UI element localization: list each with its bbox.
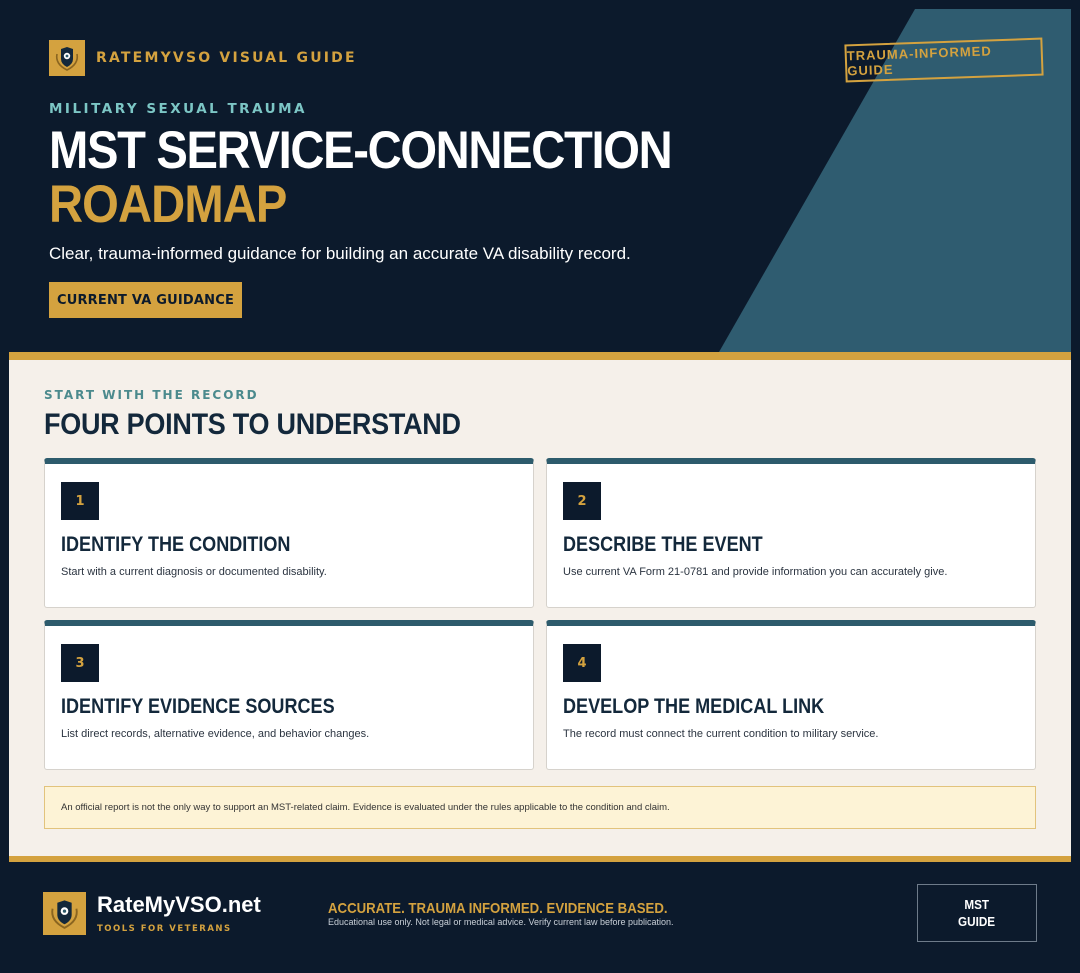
hero-banner: RATEMYVSO VISUAL GUIDE TRAUMA-INFORMED G…: [9, 9, 1071, 352]
section-eyebrow: START WITH THE RECORD: [44, 388, 259, 402]
brand: RATEMYVSO VISUAL GUIDE: [49, 40, 357, 76]
eagle-shield-icon: [43, 892, 86, 935]
card-number-badge: 1: [61, 482, 99, 520]
trauma-informed-stamp: TRAUMA-INFORMED GUIDE: [844, 37, 1044, 83]
main-section: START WITH THE RECORD FOUR POINTS TO UND…: [9, 360, 1071, 856]
page-title-line1: MST SERVICE-CONNECTION: [49, 121, 673, 180]
card-number-badge: 2: [563, 482, 601, 520]
mst-guide-badge: MST GUIDE: [917, 884, 1037, 942]
hero-eyebrow: MILITARY SEXUAL TRAUMA: [49, 101, 307, 117]
point-card-4: 4 DEVELOP THE MEDICAL LINK The record mu…: [546, 620, 1036, 770]
card-title: DESCRIBE THE EVENT: [563, 533, 763, 556]
page-frame: RATEMYVSO VISUAL GUIDE TRAUMA-INFORMED G…: [0, 0, 1080, 973]
badge-line2: GUIDE: [958, 914, 996, 929]
footer-tagline: TOOLS FOR VETERANS: [97, 924, 232, 934]
card-description: The record must connect the current cond…: [563, 728, 879, 740]
hero-subtitle: Clear, trauma-informed guidance for buil…: [49, 244, 631, 263]
page-title-line2: ROADMAP: [49, 175, 287, 234]
brand-label: RATEMYVSO VISUAL GUIDE: [96, 50, 357, 66]
card-description: List direct records, alternative evidenc…: [61, 728, 370, 740]
card-description: Use current VA Form 21-0781 and provide …: [563, 566, 948, 578]
card-title: DEVELOP THE MEDICAL LINK: [563, 695, 825, 718]
card-title: IDENTIFY EVIDENCE SOURCES: [61, 695, 335, 718]
badge-line1: MST: [964, 897, 990, 912]
footer-site-name: RateMyVSO.net: [97, 892, 261, 917]
point-card-1: 1 IDENTIFY THE CONDITION Start with a cu…: [44, 458, 534, 608]
card-number-badge: 4: [563, 644, 601, 682]
footer-motto: ACCURATE. TRAUMA INFORMED. EVIDENCE BASE…: [328, 900, 668, 917]
divider-top: [9, 352, 1071, 360]
section-title: FOUR POINTS TO UNDERSTAND: [44, 408, 461, 441]
point-card-3: 3 IDENTIFY EVIDENCE SOURCES List direct …: [44, 620, 534, 770]
card-title: IDENTIFY THE CONDITION: [61, 533, 291, 556]
card-number-badge: 3: [61, 644, 99, 682]
card-description: Start with a current diagnosis or docume…: [61, 566, 327, 578]
point-card-2: 2 DESCRIBE THE EVENT Use current VA Form…: [546, 458, 1036, 608]
eagle-shield-icon: [49, 40, 85, 76]
current-va-guidance-button[interactable]: CURRENT VA GUIDANCE: [49, 282, 242, 318]
footer-disclaimer: Educational use only. Not legal or medic…: [328, 917, 674, 927]
footer: RateMyVSO.net TOOLS FOR VETERANS ACCURAT…: [9, 862, 1071, 973]
evidence-note: An official report is not the only way t…: [44, 786, 1036, 829]
